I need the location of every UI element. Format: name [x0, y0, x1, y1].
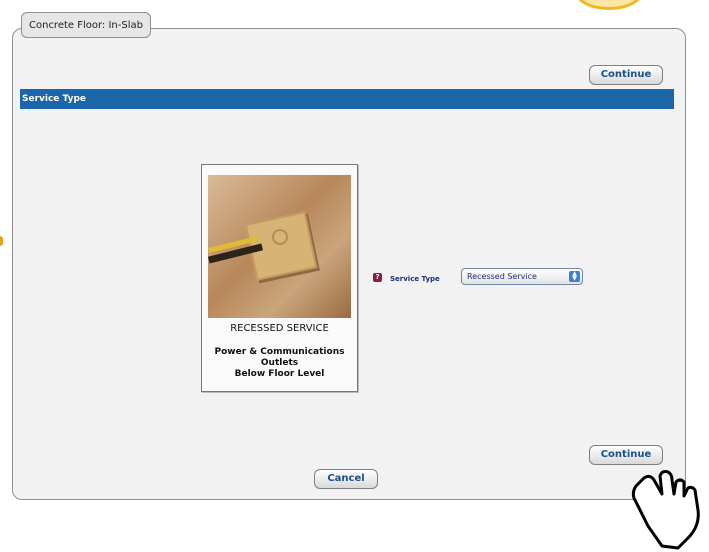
section-header: Service Type	[20, 89, 674, 109]
card-title: RECESSED SERVICE	[230, 323, 329, 334]
cancel-button[interactable]: Cancel	[314, 469, 378, 489]
service-type-select[interactable]: Recessed Service ▲ ▼	[461, 268, 583, 285]
panel-tab: Concrete Floor: In-Slab	[21, 12, 151, 38]
select-value: Recessed Service	[467, 272, 537, 281]
pointing-hand-icon	[631, 470, 700, 550]
service-type-label: Service Type	[390, 275, 440, 283]
help-icon[interactable]: ?	[373, 273, 382, 282]
recessed-service-photo	[208, 175, 351, 318]
service-option-card[interactable]: RECESSED SERVICE Power & Communications …	[201, 164, 358, 392]
card-description: Power & Communications Outlets Below Flo…	[214, 347, 345, 379]
continue-button-top[interactable]: Continue	[589, 65, 663, 85]
decorative-arc	[575, 0, 643, 10]
continue-button-bottom[interactable]: Continue	[589, 445, 663, 465]
select-arrows-icon: ▲ ▼	[569, 271, 580, 282]
decorative-marker	[0, 236, 3, 246]
